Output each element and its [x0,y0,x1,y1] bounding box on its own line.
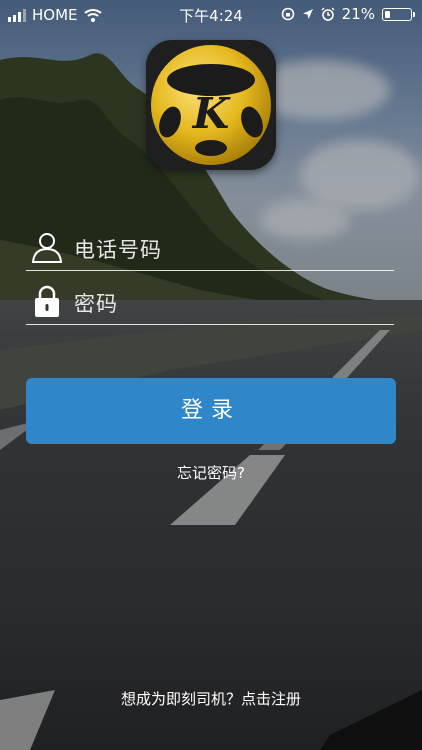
rotation-lock-icon [281,7,294,21]
logo-letter: K [192,89,231,138]
phone-input[interactable]: 电话号码 [74,234,162,264]
lock-icon [35,285,59,317]
battery-fill [385,10,390,18]
phone-field[interactable]: 电话号码 [26,224,394,271]
status-right: 21% [281,5,415,23]
forgot-password-link[interactable]: 忘记密码? [0,462,422,483]
status-bar: HOME 下午4:24 21% [0,0,422,30]
battery-icon [382,7,415,21]
password-input[interactable]: 密码 [74,288,118,318]
location-icon [302,9,313,19]
alarm-icon [321,7,335,21]
user-icon [31,233,63,263]
register-link[interactable]: 想成为即刻司机？点击注册 [0,688,422,709]
steering-wheel-logo-icon: K [151,45,271,165]
password-field[interactable]: 密码 [26,278,394,325]
battery-percent: 21% [341,5,375,23]
app-logo: K [146,40,276,170]
login-button[interactable]: 登录 [26,378,396,444]
